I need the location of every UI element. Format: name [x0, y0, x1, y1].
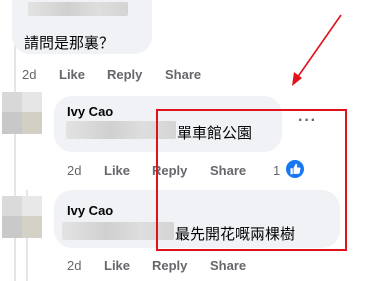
- annotation-arrow-icon: [292, 14, 342, 86]
